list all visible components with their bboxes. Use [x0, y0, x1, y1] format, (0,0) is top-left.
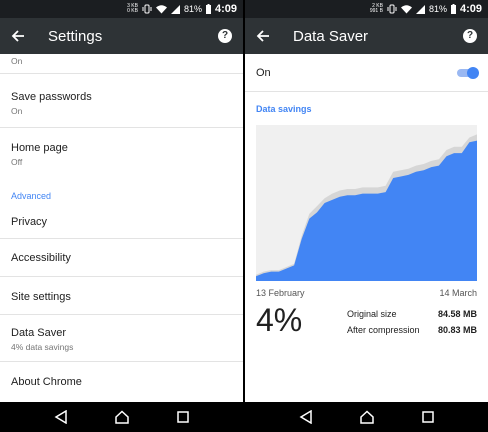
nav-recents-icon[interactable] — [422, 411, 434, 423]
app-bar: Data Saver ? — [245, 18, 488, 54]
battery-icon — [450, 4, 456, 14]
data-saver-switch[interactable] — [457, 66, 479, 79]
vibrate-icon — [142, 4, 152, 14]
clock: 4:09 — [214, 3, 237, 15]
back-arrow-icon[interactable] — [9, 27, 27, 45]
settings-item-data-saver[interactable]: Data Saver 4% data savings — [0, 316, 243, 362]
data-saver-toggle-row[interactable]: On — [245, 54, 488, 92]
chart-end-date: 14 March — [439, 288, 477, 298]
settings-item-previous[interactable]: On — [0, 54, 243, 74]
battery-percent: 81% — [428, 4, 447, 14]
signal-icon — [415, 4, 425, 14]
nav-recents-icon[interactable] — [177, 411, 189, 423]
section-header-advanced: Advanced — [11, 191, 52, 201]
settings-list: On Save passwords On Home page Off Advan… — [0, 54, 243, 402]
settings-item-site-settings[interactable]: Site settings — [0, 278, 243, 315]
status-bar: 3 KB 0 KB 81% 4:09 — [0, 0, 243, 18]
savings-percent: 4% — [256, 302, 303, 338]
page-title: Settings — [48, 27, 103, 45]
wifi-icon — [155, 4, 167, 13]
settings-item-accessibility[interactable]: Accessibility — [0, 240, 243, 277]
signal-icon — [170, 4, 180, 14]
settings-item-home-page[interactable]: Home page Off — [0, 129, 243, 182]
settings-item-save-passwords[interactable]: Save passwords On — [0, 75, 243, 128]
section-header-data-savings: Data savings — [256, 104, 312, 114]
clock: 4:09 — [459, 3, 482, 15]
settings-screen: 3 KB 0 KB 81% 4:09 Settings ? On Save pa… — [0, 0, 243, 432]
nav-back-icon[interactable] — [299, 410, 313, 424]
nav-home-icon[interactable] — [115, 410, 130, 424]
help-icon[interactable]: ? — [463, 29, 477, 43]
wifi-icon — [400, 4, 412, 13]
settings-item-about-chrome[interactable]: About Chrome — [0, 363, 243, 402]
vibrate-icon — [387, 4, 397, 14]
network-speed: 2 KB 991 B — [369, 3, 383, 14]
stat-original-size: Original size 84.58 MB — [347, 309, 477, 319]
nav-home-icon[interactable] — [360, 410, 375, 424]
help-icon[interactable]: ? — [218, 29, 232, 43]
page-title: Data Saver — [293, 27, 369, 45]
switch-thumb — [467, 66, 479, 79]
nav-back-icon[interactable] — [54, 410, 68, 424]
battery-icon — [205, 4, 211, 14]
nav-bar — [0, 402, 243, 432]
status-bar: 2 KB 991 B 81% 4:09 — [245, 0, 488, 18]
stat-after-compression: After compression 80.83 MB — [347, 325, 477, 335]
battery-percent: 81% — [183, 4, 202, 14]
toggle-label: On — [256, 66, 271, 79]
network-speed: 3 KB 0 KB — [127, 3, 138, 14]
settings-item-privacy[interactable]: Privacy — [0, 204, 243, 239]
data-saver-screen: 2 KB 991 B 81% 4:09 Data Saver ? On Data… — [245, 0, 488, 432]
chart-start-date: 13 February — [256, 288, 305, 298]
app-bar: Settings ? — [0, 18, 243, 54]
data-savings-chart — [256, 125, 477, 281]
nav-bar — [245, 402, 488, 432]
back-arrow-icon[interactable] — [254, 27, 272, 45]
